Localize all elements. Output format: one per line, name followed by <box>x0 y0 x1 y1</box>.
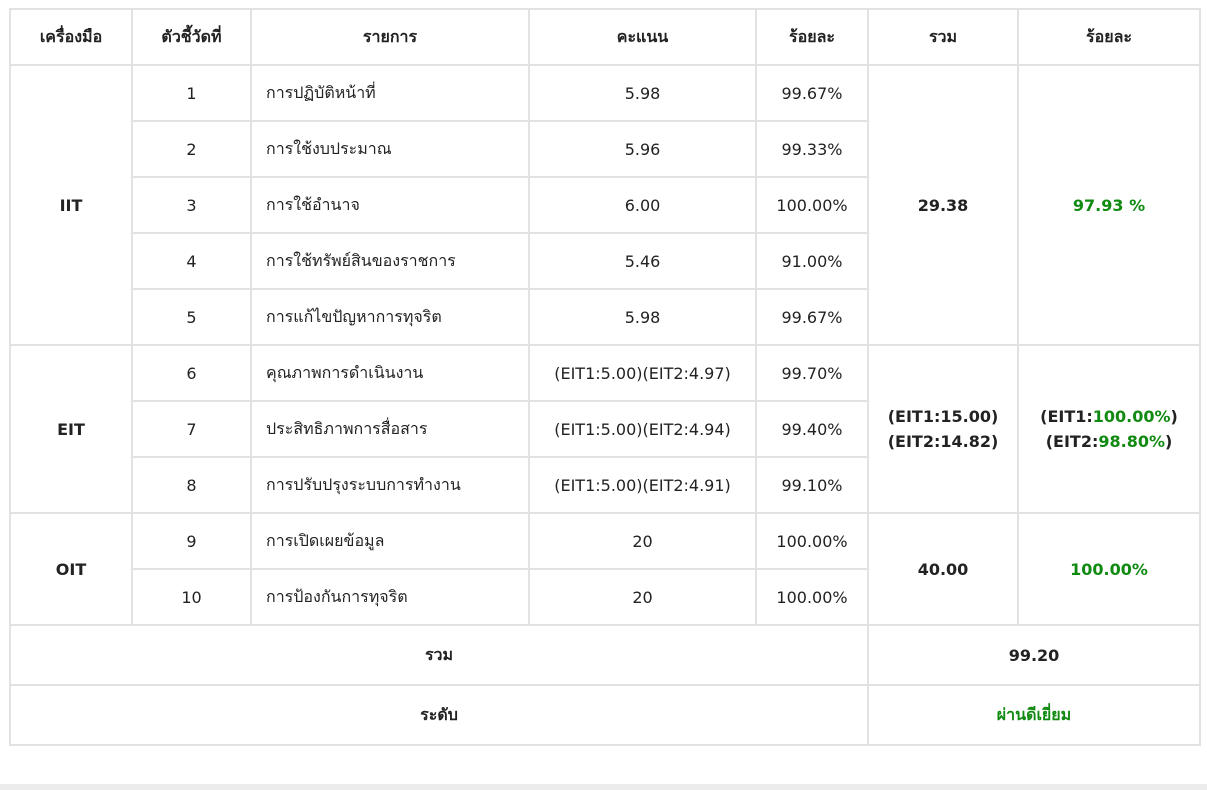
indicator-percent: 99.67% <box>755 64 869 122</box>
indicator-score: (EIT1:5.00)(EIT2:4.94) <box>528 400 757 458</box>
header-tool: เครื่องมือ <box>9 8 133 66</box>
tool-oit: OIT <box>9 512 133 626</box>
eit2-percent-prefix: (EIT2: <box>1045 432 1099 451</box>
ita-score-table: เครื่องมือ ตัวชี้วัดที่ รายการ คะแนน ร้อ… <box>9 8 1201 746</box>
eit1-percent-value: 100.00% <box>1092 407 1171 426</box>
indicator-score: 20 <box>528 512 757 570</box>
header-total: รวม <box>867 8 1019 66</box>
header-score: คะแนน <box>528 8 757 66</box>
indicator-no: 1 <box>131 64 252 122</box>
page-bottom-divider <box>0 784 1207 790</box>
indicator-item: การใช้ทรัพย์สินของราชการ <box>250 232 530 290</box>
indicator-percent: 99.67% <box>755 288 869 346</box>
indicator-item: การใช้งบประมาณ <box>250 120 530 178</box>
eit2-percent-value: 98.80% <box>1098 432 1165 451</box>
indicator-score: 5.98 <box>528 288 757 346</box>
level-value: ผ่านดีเยี่ยม <box>867 684 1201 746</box>
indicator-percent: 100.00% <box>755 512 869 570</box>
table-row: OIT 9 การเปิดเผยข้อมูล 20 100.00% 40.00 … <box>9 512 1201 626</box>
indicator-no: 6 <box>131 344 252 402</box>
indicator-no: 5 <box>131 288 252 346</box>
eit-total: (EIT1:15.00) (EIT2:14.82) <box>867 344 1019 514</box>
indicator-score: (EIT1:5.00)(EIT2:4.91) <box>528 456 757 514</box>
header-percent: ร้อยละ <box>755 8 869 66</box>
eit1-percent-prefix: (EIT1: <box>1040 407 1093 426</box>
eit1-percent-close: ) <box>1170 407 1178 426</box>
eit2-total: (EIT2:14.82) <box>887 432 999 451</box>
indicator-score: 5.46 <box>528 232 757 290</box>
grand-total-value: 99.20 <box>867 624 1201 686</box>
oit-total: 40.00 <box>867 512 1019 626</box>
indicator-no: 10 <box>131 568 252 626</box>
eit-total-percent: (EIT1:100.00%) (EIT2:98.80%) <box>1017 344 1201 514</box>
indicator-score: 6.00 <box>528 176 757 234</box>
indicator-percent: 99.70% <box>755 344 869 402</box>
indicator-percent: 99.40% <box>755 400 869 458</box>
eit2-percent-close: ) <box>1164 432 1173 451</box>
table-header-row: เครื่องมือ ตัวชี้วัดที่ รายการ คะแนน ร้อ… <box>9 8 1201 66</box>
table-row: IIT 1 การปฏิบัติหน้าที่ 5.98 99.67% 29.3… <box>9 64 1201 346</box>
table-row: EIT 6 คุณภาพการดำเนินงาน (EIT1:5.00)(EIT… <box>9 344 1201 514</box>
indicator-no: 7 <box>131 400 252 458</box>
indicator-item: ประสิทธิภาพการสื่อสาร <box>250 400 530 458</box>
indicator-item: การปฏิบัติหน้าที่ <box>250 64 530 122</box>
grand-total-label: รวม <box>9 624 869 686</box>
indicator-score: (EIT1:5.00)(EIT2:4.97) <box>528 344 757 402</box>
indicator-no: 3 <box>131 176 252 234</box>
indicator-no: 2 <box>131 120 252 178</box>
indicator-no: 9 <box>131 512 252 570</box>
indicator-item: การแก้ไขปัญหาการทุจริต <box>250 288 530 346</box>
indicator-no: 4 <box>131 232 252 290</box>
iit-total: 29.38 <box>867 64 1019 346</box>
header-total-percent: ร้อยละ <box>1017 8 1201 66</box>
eit2-percent: (EIT2:98.80%) <box>1025 432 1193 451</box>
header-item: รายการ <box>250 8 530 66</box>
indicator-percent: 99.10% <box>755 456 869 514</box>
eit1-total: (EIT1:15.00) <box>887 407 999 426</box>
indicator-score: 20 <box>528 568 757 626</box>
indicator-percent: 100.00% <box>755 568 869 626</box>
indicator-percent: 100.00% <box>755 176 869 234</box>
header-indicator-no: ตัวชี้วัดที่ <box>131 8 252 66</box>
indicator-no: 8 <box>131 456 252 514</box>
indicator-item: การปรับปรุงระบบการทำงาน <box>250 456 530 514</box>
level-label: ระดับ <box>9 684 869 746</box>
score-table-wrapper: เครื่องมือ ตัวชี้วัดที่ รายการ คะแนน ร้อ… <box>9 8 1201 746</box>
tool-iit: IIT <box>9 64 133 346</box>
indicator-percent: 99.33% <box>755 120 869 178</box>
indicator-item: การป้องกันการทุจริต <box>250 568 530 626</box>
grand-total-row: รวม 99.20 <box>9 624 1201 686</box>
eit1-percent: (EIT1:100.00%) <box>1025 407 1193 426</box>
indicator-percent: 91.00% <box>755 232 869 290</box>
tool-eit: EIT <box>9 344 133 514</box>
indicator-item: คุณภาพการดำเนินงาน <box>250 344 530 402</box>
indicator-score: 5.96 <box>528 120 757 178</box>
oit-total-percent: 100.00% <box>1017 512 1201 626</box>
indicator-item: การใช้อำนาจ <box>250 176 530 234</box>
level-row: ระดับ ผ่านดีเยี่ยม <box>9 684 1201 746</box>
indicator-score: 5.98 <box>528 64 757 122</box>
iit-total-percent: 97.93 % <box>1017 64 1201 346</box>
indicator-item: การเปิดเผยข้อมูล <box>250 512 530 570</box>
